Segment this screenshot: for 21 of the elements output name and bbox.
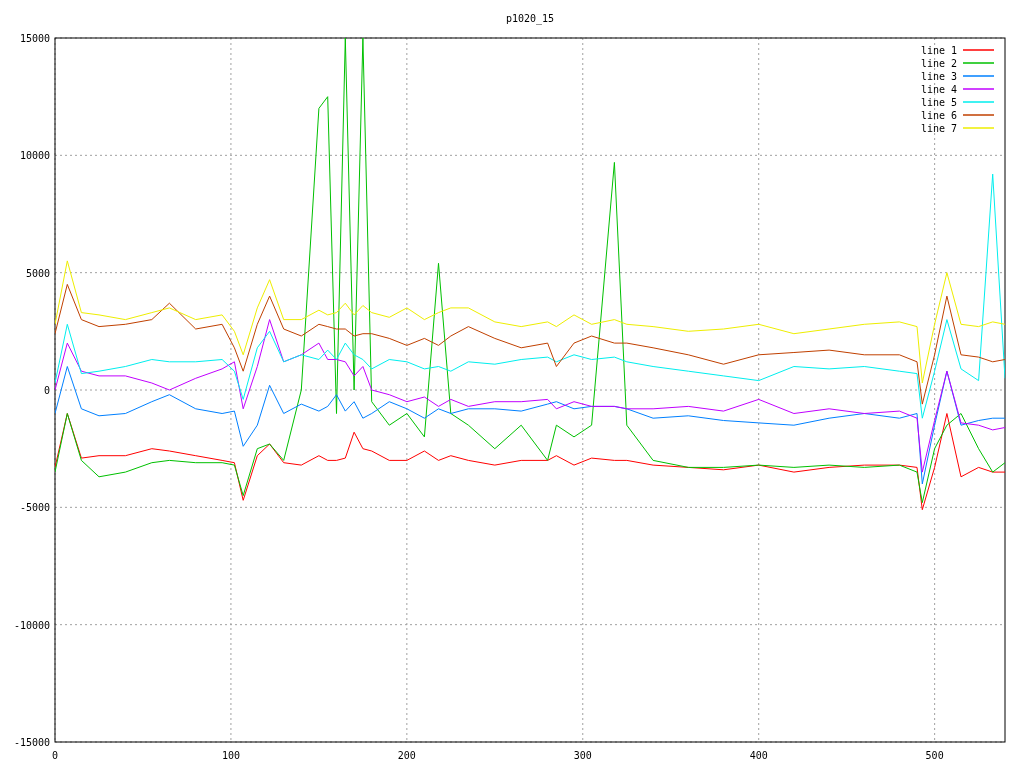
axis-tick-label: 0: [52, 750, 58, 761]
legend-label: line 2: [920, 58, 957, 69]
axis-tick-label: 300: [573, 750, 592, 761]
legend-label: line 4: [920, 84, 957, 95]
axis-tick-label: 400: [749, 750, 768, 761]
axis-tick-label: -10000: [13, 619, 50, 631]
axis-tick-label: 100: [221, 750, 240, 761]
axis-tick-label: 500: [925, 750, 944, 761]
axis-tick-label: 15000: [19, 33, 50, 44]
legend-label: line 7: [920, 123, 957, 134]
axis-tick-label: 200: [397, 750, 416, 761]
axis-tick-label: 10000: [19, 150, 50, 162]
legend-label: line 5: [920, 97, 957, 108]
axis-tick-label: 0: [43, 385, 50, 396]
chart-title: p1020_15: [505, 13, 555, 24]
legend-label: line 1: [920, 45, 957, 56]
axis-tick-label: -5000: [19, 502, 50, 514]
axis-tick-label: -15000: [13, 737, 50, 748]
legend-label: line 6: [920, 110, 957, 121]
axis-tick-label: 5000: [25, 267, 50, 279]
legend-label: line 3: [920, 71, 957, 82]
